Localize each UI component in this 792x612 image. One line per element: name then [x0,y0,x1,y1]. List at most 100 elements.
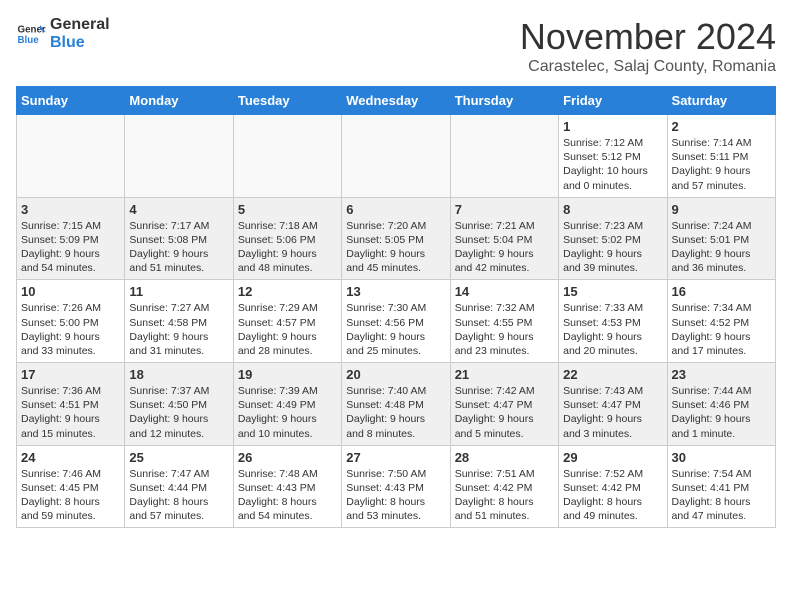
weekday-header-wednesday: Wednesday [342,87,450,115]
calendar-cell [125,115,233,198]
day-info: Sunrise: 7:51 AM Sunset: 4:42 PM Dayligh… [455,467,554,524]
day-number: 15 [563,284,662,299]
day-number: 24 [21,450,120,465]
calendar-cell: 27 Sunrise: 7:50 AM Sunset: 4:43 PM Dayli… [342,445,450,528]
day-number: 27 [346,450,445,465]
week-row-1: 1 Sunrise: 7:12 AM Sunset: 5:12 PM Daylig… [17,115,776,198]
weekday-header-monday: Monday [125,87,233,115]
day-number: 16 [672,284,771,299]
calendar-cell: 4Sunrise: 7:17 AM Sunset: 5:08 PM Daylig… [125,197,233,280]
calendar-cell: 29 Sunrise: 7:52 AM Sunset: 4:42 PM Dayli… [559,445,667,528]
day-info: Sunrise: 7:48 AM Sunset: 4:43 PM Dayligh… [238,467,337,524]
weekday-header-friday: Friday [559,87,667,115]
calendar-cell: 3Sunrise: 7:15 AM Sunset: 5:09 PM Daylig… [17,197,125,280]
day-number: 21 [455,367,554,382]
calendar-cell: 22 Sunrise: 7:43 AM Sunset: 4:47 PM Dayli… [559,363,667,446]
calendar-cell: 8 Sunrise: 7:23 AM Sunset: 5:02 PM Daylig… [559,197,667,280]
day-number: 7 [455,202,554,217]
day-info: Sunrise: 7:46 AM Sunset: 4:45 PM Dayligh… [21,467,120,524]
calendar-cell: 24 Sunrise: 7:46 AM Sunset: 4:45 PM Dayli… [17,445,125,528]
calendar-cell: 28 Sunrise: 7:51 AM Sunset: 4:42 PM Dayli… [450,445,558,528]
calendar-cell: 2 Sunrise: 7:14 AM Sunset: 5:11 PM Daylig… [667,115,775,198]
calendar-cell: 17Sunrise: 7:36 AM Sunset: 4:51 PM Dayli… [17,363,125,446]
day-number: 2 [672,119,771,134]
day-info: Sunrise: 7:12 AM Sunset: 5:12 PM Dayligh… [563,136,662,193]
logo-icon: General Blue [16,19,46,49]
calendar-cell: 13 Sunrise: 7:30 AM Sunset: 4:56 PM Dayli… [342,280,450,363]
day-info: Sunrise: 7:21 AM Sunset: 5:04 PM Dayligh… [455,219,554,276]
week-row-2: 3Sunrise: 7:15 AM Sunset: 5:09 PM Daylig… [17,197,776,280]
calendar-cell: 23Sunrise: 7:44 AM Sunset: 4:46 PM Dayli… [667,363,775,446]
day-number: 8 [563,202,662,217]
day-number: 22 [563,367,662,382]
day-info: Sunrise: 7:54 AM Sunset: 4:41 PM Dayligh… [672,467,771,524]
day-info: Sunrise: 7:40 AM Sunset: 4:48 PM Dayligh… [346,384,445,441]
day-info: Sunrise: 7:50 AM Sunset: 4:43 PM Dayligh… [346,467,445,524]
weekday-header-tuesday: Tuesday [233,87,341,115]
day-info: Sunrise: 7:52 AM Sunset: 4:42 PM Dayligh… [563,467,662,524]
month-title: November 2024 [520,16,776,58]
day-info: Sunrise: 7:24 AM Sunset: 5:01 PM Dayligh… [672,219,771,276]
day-info: Sunrise: 7:27 AM Sunset: 4:58 PM Dayligh… [129,301,228,358]
day-number: 25 [129,450,228,465]
day-number: 6 [346,202,445,217]
week-row-5: 24 Sunrise: 7:46 AM Sunset: 4:45 PM Dayli… [17,445,776,528]
calendar-cell: 25 Sunrise: 7:47 AM Sunset: 4:44 PM Dayli… [125,445,233,528]
calendar-cell: 11 Sunrise: 7:27 AM Sunset: 4:58 PM Dayli… [125,280,233,363]
day-number: 29 [563,450,662,465]
day-number: 19 [238,367,337,382]
week-row-3: 10 Sunrise: 7:26 AM Sunset: 5:00 PM Dayli… [17,280,776,363]
day-number: 30 [672,450,771,465]
calendar-cell: 9 Sunrise: 7:24 AM Sunset: 5:01 PM Daylig… [667,197,775,280]
calendar-cell: 21 Sunrise: 7:42 AM Sunset: 4:47 PM Dayli… [450,363,558,446]
day-info: Sunrise: 7:23 AM Sunset: 5:02 PM Dayligh… [563,219,662,276]
location-title: Carastelec, Salaj County, Romania [520,58,776,76]
day-info: Sunrise: 7:26 AM Sunset: 5:00 PM Dayligh… [21,301,120,358]
day-info: Sunrise: 7:33 AM Sunset: 4:53 PM Dayligh… [563,301,662,358]
day-info: Sunrise: 7:20 AM Sunset: 5:05 PM Dayligh… [346,219,445,276]
weekday-header-saturday: Saturday [667,87,775,115]
calendar-cell: 7 Sunrise: 7:21 AM Sunset: 5:04 PM Daylig… [450,197,558,280]
calendar-cell [233,115,341,198]
day-number: 11 [129,284,228,299]
day-info: Sunrise: 7:37 AM Sunset: 4:50 PM Dayligh… [129,384,228,441]
calendar-cell [450,115,558,198]
day-info: Sunrise: 7:30 AM Sunset: 4:56 PM Dayligh… [346,301,445,358]
day-number: 12 [238,284,337,299]
day-number: 13 [346,284,445,299]
day-number: 14 [455,284,554,299]
svg-text:Blue: Blue [18,35,40,46]
day-info: Sunrise: 7:15 AM Sunset: 5:09 PM Dayligh… [21,219,120,276]
calendar-cell: 20Sunrise: 7:40 AM Sunset: 4:48 PM Dayli… [342,363,450,446]
calendar-cell: 14 Sunrise: 7:32 AM Sunset: 4:55 PM Dayli… [450,280,558,363]
day-info: Sunrise: 7:34 AM Sunset: 4:52 PM Dayligh… [672,301,771,358]
day-number: 9 [672,202,771,217]
calendar-cell: 10 Sunrise: 7:26 AM Sunset: 5:00 PM Dayli… [17,280,125,363]
header: General Blue General Blue November 2024 … [16,16,776,76]
logo-general-text: General [50,16,110,34]
day-number: 1 [563,119,662,134]
day-number: 23 [672,367,771,382]
day-info: Sunrise: 7:32 AM Sunset: 4:55 PM Dayligh… [455,301,554,358]
week-row-4: 17Sunrise: 7:36 AM Sunset: 4:51 PM Dayli… [17,363,776,446]
day-info: Sunrise: 7:43 AM Sunset: 4:47 PM Dayligh… [563,384,662,441]
calendar-cell: 30 Sunrise: 7:54 AM Sunset: 4:41 PM Dayli… [667,445,775,528]
day-info: Sunrise: 7:14 AM Sunset: 5:11 PM Dayligh… [672,136,771,193]
day-info: Sunrise: 7:39 AM Sunset: 4:49 PM Dayligh… [238,384,337,441]
day-number: 10 [21,284,120,299]
day-info: Sunrise: 7:47 AM Sunset: 4:44 PM Dayligh… [129,467,228,524]
logo: General Blue General Blue [16,16,110,51]
calendar-cell: 12Sunrise: 7:29 AM Sunset: 4:57 PM Dayli… [233,280,341,363]
day-number: 4 [129,202,228,217]
day-number: 5 [238,202,337,217]
logo-blue-text: Blue [50,34,110,52]
day-number: 18 [129,367,228,382]
day-info: Sunrise: 7:42 AM Sunset: 4:47 PM Dayligh… [455,384,554,441]
day-number: 28 [455,450,554,465]
calendar-cell: 6 Sunrise: 7:20 AM Sunset: 5:05 PM Daylig… [342,197,450,280]
calendar-cell [342,115,450,198]
weekday-header-thursday: Thursday [450,87,558,115]
calendar-cell: 15 Sunrise: 7:33 AM Sunset: 4:53 PM Dayli… [559,280,667,363]
calendar-cell: 5Sunrise: 7:18 AM Sunset: 5:06 PM Daylig… [233,197,341,280]
calendar-cell: 1 Sunrise: 7:12 AM Sunset: 5:12 PM Daylig… [559,115,667,198]
